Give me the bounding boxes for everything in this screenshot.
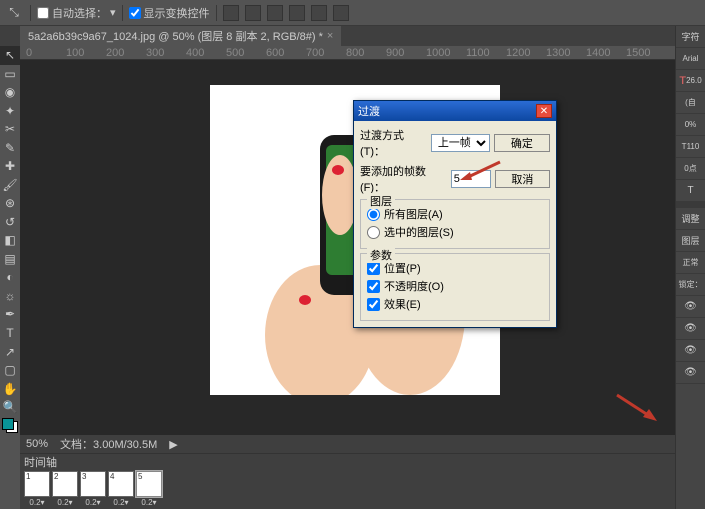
method-label: 过渡方式(T)： xyxy=(360,127,427,159)
baseline-field[interactable]: 0点 xyxy=(676,158,705,180)
lasso-tool[interactable]: ◉ xyxy=(0,83,20,102)
close-button[interactable]: ✕ xyxy=(536,104,552,118)
stamp-tool[interactable]: ⊛ xyxy=(0,194,20,213)
layer-eye-2[interactable]: 👁 xyxy=(676,318,705,340)
layer-eye-3[interactable]: 👁 xyxy=(676,340,705,362)
blend-mode[interactable]: 正常 xyxy=(676,252,705,274)
auto-select-label: 自动选择： xyxy=(52,5,107,21)
effects-checkbox[interactable]: 效果(E) xyxy=(367,296,543,312)
method-select[interactable]: 上一帧 xyxy=(431,134,490,152)
ruler-horizontal: 0100200 300400500 600700800 90010001100 … xyxy=(20,46,705,60)
crop-tool[interactable]: ✂ xyxy=(0,120,20,139)
timeline-panel: 10.2▾ 20.2▾ 30.2▾ 40.2▾ 50.2▾ xyxy=(20,469,675,509)
frame-2[interactable]: 20.2▾ xyxy=(52,471,78,507)
layers-legend: 图层 xyxy=(367,193,395,209)
tab-title: 5a2a6b39c9a67_1024.jpg @ 50% (图层 8 副本 2,… xyxy=(28,28,323,44)
text-style-field[interactable]: T xyxy=(676,180,705,202)
blur-tool[interactable]: ◐ xyxy=(0,268,20,287)
dialog-title: 过渡 xyxy=(358,103,380,119)
show-transform-checkbox[interactable]: 显示变换控件 xyxy=(129,5,210,21)
pen-tool[interactable]: ✒ xyxy=(0,305,20,324)
size-field[interactable]: T26.0 xyxy=(676,70,705,92)
status-arrow-icon[interactable]: ▶ xyxy=(169,438,177,451)
frame-4[interactable]: 40.2▾ xyxy=(108,471,134,507)
zoom-level[interactable]: 50% xyxy=(26,438,48,450)
status-bar: 50% 文档：3.00M/30.5M ▶ xyxy=(20,435,675,453)
dropdown-icon[interactable]: ▾ xyxy=(110,6,116,19)
align-icon-6[interactable] xyxy=(333,5,349,21)
layer-eye-1[interactable]: 👁 xyxy=(676,296,705,318)
doc-info: 文档：3.00M/30.5M xyxy=(60,436,157,452)
marquee-tool[interactable]: ▭ xyxy=(0,65,20,84)
tween-dialog: 过渡 ✕ 过渡方式(T)： 上一帧 确定 要添加的帧数(F)： 取消 图层 所有… xyxy=(353,100,557,328)
toolbox: ↖ ▭ ◉ ✦ ✂ ✎ ✚ 🖌 ⊛ ↺ ◧ ▤ ◐ ☼ ✒ T ↗ ▢ ✋ 🔍 xyxy=(0,46,20,435)
align-icon-2[interactable] xyxy=(245,5,261,21)
opacity-checkbox[interactable]: 不透明度(O) xyxy=(367,278,543,294)
hand-tool[interactable]: ✋ xyxy=(0,379,20,398)
font-field[interactable]: Arial xyxy=(676,48,705,70)
align-icon-1[interactable] xyxy=(223,5,239,21)
heal-tool[interactable]: ✚ xyxy=(0,157,20,176)
right-panels: 字符 Arial T26.0 (自 0% T110 0点 T 调整 图层 正常 … xyxy=(675,26,705,509)
frames-label: 要添加的帧数(F)： xyxy=(360,163,447,195)
align-icon-4[interactable] xyxy=(289,5,305,21)
eyedropper-tool[interactable]: ✎ xyxy=(0,139,20,158)
move-tool-indicator: ⤡ xyxy=(4,3,24,23)
cancel-button[interactable]: 取消 xyxy=(495,170,550,188)
history-brush-tool[interactable]: ↺ xyxy=(0,213,20,232)
gradient-tool[interactable]: ▤ xyxy=(0,250,20,269)
wand-tool[interactable]: ✦ xyxy=(0,102,20,121)
frame-3[interactable]: 30.2▾ xyxy=(80,471,106,507)
align-icon-5[interactable] xyxy=(311,5,327,21)
char-panel-tab[interactable]: 字符 xyxy=(676,26,705,48)
dodge-tool[interactable]: ☼ xyxy=(0,287,20,306)
path-tool[interactable]: ↗ xyxy=(0,342,20,361)
zoom-tool[interactable]: 🔍 xyxy=(0,398,20,417)
ok-button[interactable]: 确定 xyxy=(494,134,550,152)
adjust-panel-tab[interactable]: 调整 xyxy=(676,208,705,230)
frame-5[interactable]: 50.2▾ xyxy=(136,471,162,507)
canvas-area[interactable] xyxy=(20,60,675,435)
leading-field[interactable]: (自 xyxy=(676,92,705,114)
document-tab[interactable]: 5a2a6b39c9a67_1024.jpg @ 50% (图层 8 副本 2,… xyxy=(20,26,341,46)
lock-row[interactable]: 锁定： xyxy=(676,274,705,296)
close-icon[interactable]: × xyxy=(327,30,333,42)
frame-1[interactable]: 10.2▾ xyxy=(24,471,50,507)
eraser-tool[interactable]: ◧ xyxy=(0,231,20,250)
dialog-titlebar[interactable]: 过渡 ✕ xyxy=(354,101,556,121)
selected-layers-radio[interactable]: 选中的图层(S) xyxy=(367,224,543,240)
align-icon-3[interactable] xyxy=(267,5,283,21)
text-tool[interactable]: T xyxy=(0,324,20,343)
show-transform-label: 显示变换控件 xyxy=(144,5,210,21)
color-swatch[interactable] xyxy=(2,418,18,433)
params-legend: 参数 xyxy=(367,247,395,263)
layers-panel-tab[interactable]: 图层 xyxy=(676,230,705,252)
frames-input[interactable] xyxy=(451,170,491,188)
timeline-header[interactable]: 时间轴 xyxy=(24,454,57,470)
scale-field[interactable]: T110 xyxy=(676,136,705,158)
brush-tool[interactable]: 🖌 xyxy=(0,176,20,195)
tracking-field[interactable]: 0% xyxy=(676,114,705,136)
auto-select-checkbox[interactable]: 自动选择： ▾ xyxy=(37,5,116,21)
shape-tool[interactable]: ▢ xyxy=(0,361,20,380)
layer-eye-4[interactable]: 👁 xyxy=(676,362,705,384)
move-tool[interactable]: ↖ xyxy=(0,46,20,65)
